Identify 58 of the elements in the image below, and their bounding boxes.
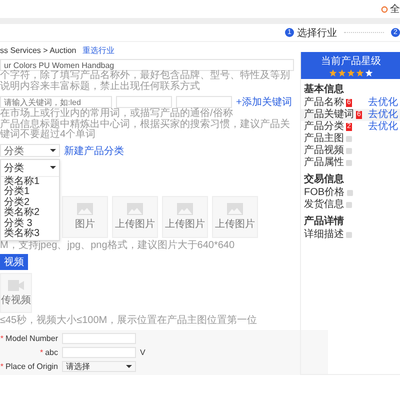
product-name-field[interactable]: ur Colors PU Women Handbag (0, 59, 294, 71)
check-item-label: 产品分类 (304, 121, 344, 132)
unit-label: V (140, 348, 146, 356)
video-button[interactable]: 视频 (0, 254, 28, 270)
user-label: 全 (390, 3, 400, 16)
breadcrumb: ss Services > Auction (0, 46, 76, 55)
field-label: * abc (38, 348, 58, 356)
checklist-row[interactable]: 详细描述 (301, 229, 400, 241)
image-upload-slot[interactable]: 上传图片 (212, 196, 258, 238)
checklist-row[interactable]: 发货信息 (301, 199, 400, 211)
optimize-link[interactable]: 去优化 (368, 121, 398, 133)
field-label: * Place of Origin (0, 362, 58, 370)
checklist-row[interactable]: 产品视频 (301, 145, 400, 157)
check-item-label: 详细描述 (304, 229, 344, 241)
dropdown-option[interactable]: 分类1 (1, 187, 59, 198)
category-select[interactable]: 分类 (0, 144, 60, 157)
upload-label: 图片 (75, 218, 95, 230)
checklist-row[interactable]: 产品属性 (301, 157, 400, 169)
dropdown-option[interactable]: 分类 3 (1, 218, 59, 229)
step-label: 选择行业 (297, 26, 337, 40)
image-upload-slot[interactable]: 上传图片 (162, 196, 208, 238)
add-keyword-link[interactable]: +添加关键词 (236, 95, 292, 109)
field-label: * Model Number (0, 334, 58, 342)
section-title: 产品详情 (303, 214, 345, 228)
optimize-link[interactable]: 去优化 (368, 109, 398, 121)
video-upload-slot[interactable]: 传视频 (0, 273, 32, 313)
check-item-label: FOB价格 (304, 187, 345, 198)
dropdown-option[interactable]: 类名称1 (1, 176, 59, 187)
checklist-row[interactable]: 产品主图 (301, 133, 400, 145)
section-title: 基本信息 (303, 82, 345, 96)
upload-label: 上传图片 (115, 218, 155, 230)
optimize-link[interactable]: 去优化 (368, 97, 398, 109)
check-item-label: 产品主图 (304, 133, 344, 144)
dropdown-option[interactable]: 分类2 (1, 198, 59, 208)
check-item-label: 发货信息 (304, 199, 344, 211)
dropdown-option[interactable]: 类名称3 (1, 229, 59, 240)
select-field[interactable]: 请选择 (62, 360, 136, 372)
new-category-link[interactable]: 新建产品分类 (64, 144, 124, 158)
check-item-label: 产品属性 (304, 157, 344, 169)
hint-text: ≤45秒，视频大小≤100M，展示位置在产品主图位置第一位 (0, 316, 258, 326)
hint-text: 产品信息标题中精炼出中心词，根据买家的搜索习惯，建议产品关键词不要超过4个单词 (0, 120, 291, 140)
upload-label: 上传图片 (215, 218, 255, 230)
section-title: 交易信息 (303, 172, 345, 186)
checklist-row[interactable]: FOB价格 (301, 187, 400, 199)
dropdown-option[interactable]: 类名称2 (1, 208, 59, 218)
dropdown-value: 分类 (4, 162, 24, 174)
image-upload-slot[interactable]: 上传图片 (112, 196, 158, 238)
check-item-label: 产品名称 (304, 97, 344, 108)
panel-title: 当前产品星级 (321, 54, 381, 68)
upload-label: 上传图片 (165, 218, 205, 230)
hint-text: 个字符，除了填写产品名称外，最好包含品牌、型号、特性及等别说明内容来丰富标题，禁止出现任何联系方式 (0, 71, 291, 92)
reselect-link[interactable]: 重选行业 (82, 45, 114, 56)
check-item-label: 产品视频 (304, 145, 344, 156)
keyword-field[interactable]: 请输入关键词，如:led (0, 96, 112, 108)
hint-text: 在市场上或行业内的常用词，或描写产品的通俗/俗称 (0, 109, 234, 119)
check-item-label: 产品关键词 (304, 109, 354, 120)
image-upload-slot[interactable]: 图片 (62, 196, 108, 238)
upload-label: 传视频 (1, 294, 31, 306)
